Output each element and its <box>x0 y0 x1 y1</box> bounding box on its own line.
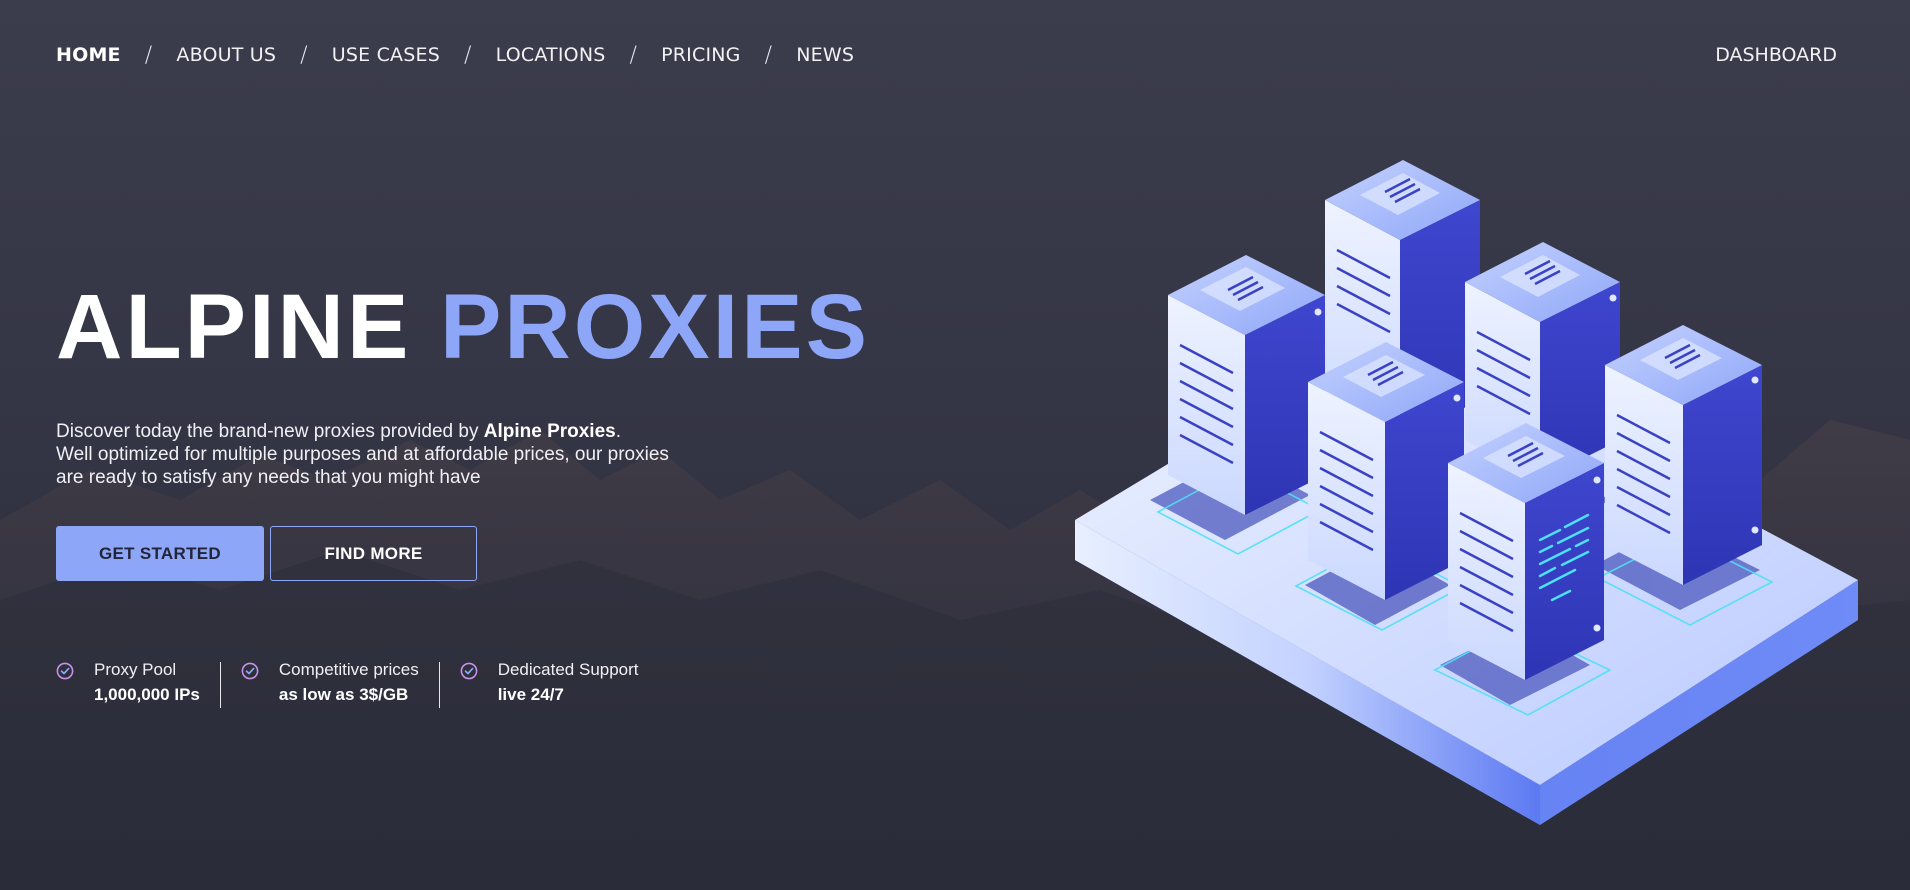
server-illustration <box>1075 160 1858 825</box>
hero-title-part2: PROXIES <box>439 276 870 378</box>
feature-competitive-prices: Competitive prices as low as 3$/GB <box>241 658 419 708</box>
nav-pricing-link[interactable]: PRICING <box>661 44 740 66</box>
find-more-button[interactable]: FIND MORE <box>270 526 477 581</box>
check-circle-icon <box>241 662 259 680</box>
feature-title: Proxy Pool <box>94 660 177 679</box>
feature-divider <box>438 662 440 708</box>
hero-desc-period: . <box>615 421 622 442</box>
nav-separator: / <box>144 42 153 68</box>
hero-desc-text: Discover today the brand-new proxies pro… <box>56 421 484 442</box>
feature-dedicated-support: Dedicated Support live 24/7 <box>460 658 639 708</box>
feature-divider <box>219 662 221 708</box>
feature-list: Proxy Pool 1,000,000 IPs Competitive pri… <box>56 658 639 708</box>
nav-news-link[interactable]: NEWS <box>796 44 854 66</box>
feature-value: as low as 3$/GB <box>278 685 409 704</box>
check-circle-icon <box>56 662 74 680</box>
hero-desc-brand: Alpine Proxies <box>483 421 616 442</box>
feature-title: Dedicated Support <box>497 660 639 679</box>
hero-title-part1: ALPINE <box>56 276 412 378</box>
feature-proxy-pool: Proxy Pool 1,000,000 IPs <box>56 658 200 708</box>
feature-title: Competitive prices <box>278 660 419 679</box>
hero-title: ALPINE PROXIES <box>56 272 870 382</box>
hero-desc-line2: Well optimized for multiple purposes and… <box>56 444 669 488</box>
hero-description: Discover today the brand-new proxies pro… <box>56 420 696 489</box>
nav-separator: / <box>463 42 472 68</box>
nav-about-us-link[interactable]: ABOUT US <box>176 44 276 66</box>
dashboard-link[interactable]: DASHBOARD <box>1715 40 1837 70</box>
nav-use-cases-link[interactable]: USE CASES <box>332 44 440 66</box>
nav-locations-link[interactable]: LOCATIONS <box>496 44 606 66</box>
check-circle-icon <box>460 662 478 680</box>
feature-value: 1,000,000 IPs <box>94 685 200 704</box>
main-nav: HOME / ABOUT US / USE CASES / LOCATIONS … <box>56 40 854 70</box>
feature-value: live 24/7 <box>497 685 564 704</box>
nav-separator: / <box>300 42 308 68</box>
nav-separator: / <box>629 42 638 68</box>
nav-home-link[interactable]: HOME <box>56 44 121 66</box>
get-started-button[interactable]: GET STARTED <box>56 526 264 581</box>
nav-separator: / <box>764 42 773 68</box>
